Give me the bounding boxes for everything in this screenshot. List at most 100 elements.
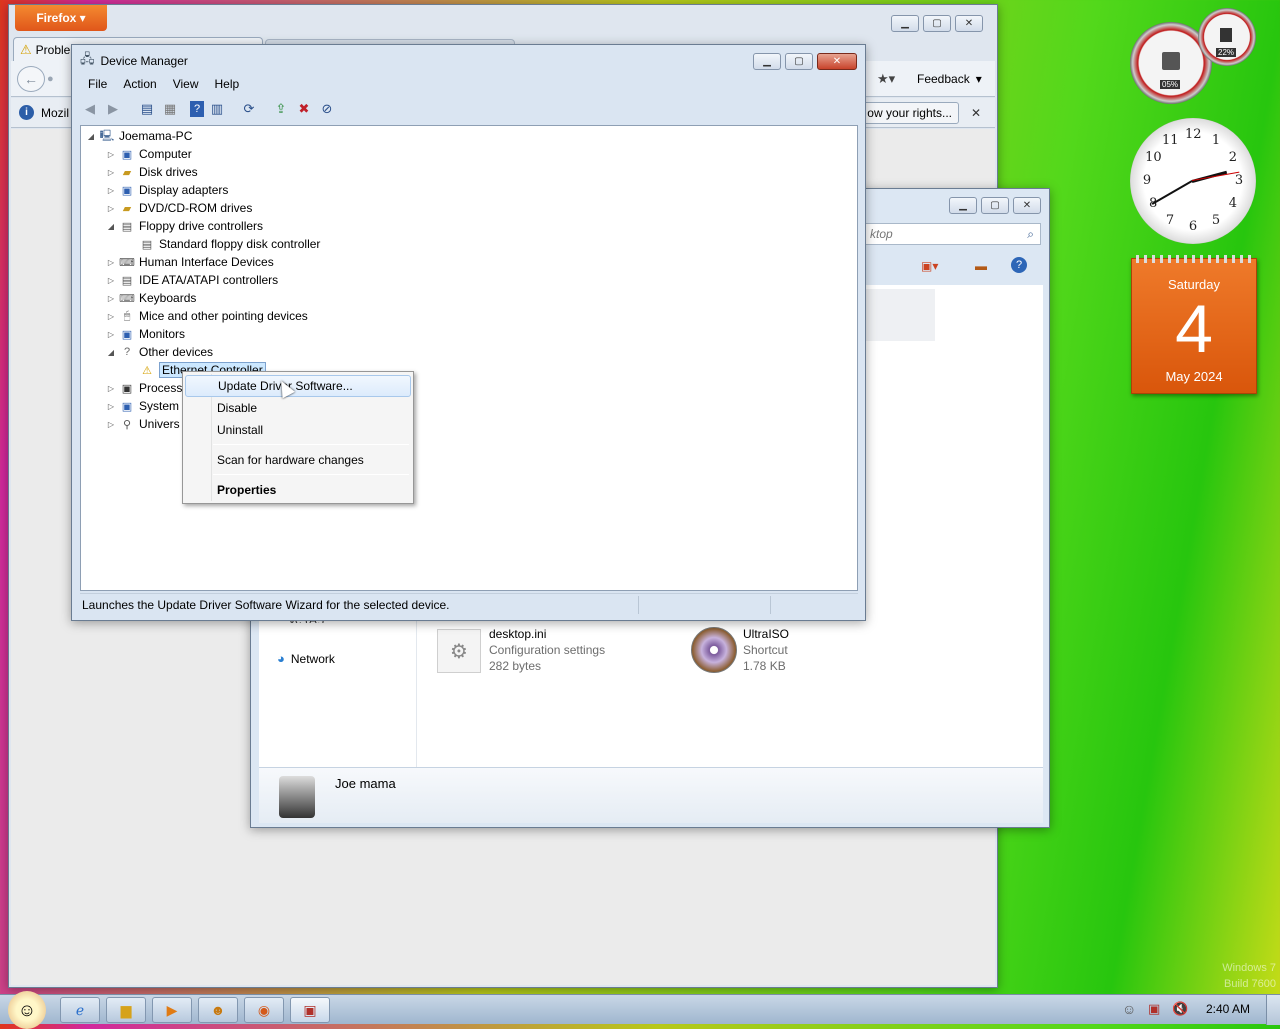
menu-help[interactable]: Help: [207, 73, 248, 95]
show-hide-console-tree-icon[interactable]: ▤: [137, 99, 157, 119]
expand-arrow-icon[interactable]: ▷: [105, 402, 117, 411]
explorer-toolbar: ▣▾ ▬ ?: [863, 253, 1047, 281]
warning-device-icon: ⚠: [142, 364, 152, 377]
help-icon[interactable]: ?: [190, 101, 204, 117]
menu-item-properties[interactable]: Properties: [185, 479, 411, 501]
tree-item-usb-controllers[interactable]: ▷ ⚲ Univers: [105, 415, 180, 433]
expand-arrow-icon[interactable]: ▷: [105, 186, 117, 195]
taskbar-firefox[interactable]: ◉: [244, 997, 284, 1023]
scan-hardware-icon[interactable]: ⟳: [239, 99, 259, 119]
memory-gauge: 22%: [1198, 8, 1256, 66]
tree-item-floppy-controllers[interactable]: ◢ ▤ Floppy drive controllers: [105, 217, 263, 235]
update-driver-icon[interactable]: ⇪: [271, 99, 291, 119]
taskbar-device-manager[interactable]: ▣: [290, 997, 330, 1023]
maximize-button[interactable]: ▢: [981, 197, 1009, 214]
taskbar-explorer[interactable]: ▆: [106, 997, 146, 1023]
tree-item-display-adapters[interactable]: ▷ ▣ Display adapters: [105, 181, 228, 199]
maximize-button[interactable]: ▢: [923, 15, 951, 32]
tree-item-hid[interactable]: ▷ ⌨ Human Interface Devices: [105, 253, 274, 271]
menu-file[interactable]: File: [80, 73, 115, 95]
expand-arrow-icon[interactable]: ▷: [105, 312, 117, 321]
tree-item-computer[interactable]: ▷ ▣ Computer: [105, 145, 192, 163]
tree-item-monitors[interactable]: ▷ ▣ Monitors: [105, 325, 185, 343]
close-button[interactable]: ✕: [955, 15, 983, 32]
tree-item-processors[interactable]: ▷ ▣ Process: [105, 379, 182, 397]
preview-pane-icon[interactable]: ▬: [975, 259, 987, 273]
expand-arrow-icon[interactable]: ▷: [105, 204, 117, 213]
expand-arrow-icon[interactable]: ▷: [105, 384, 117, 393]
collapse-arrow-icon[interactable]: ◢: [105, 348, 117, 357]
help-icon[interactable]: ?: [1011, 257, 1027, 273]
collapse-arrow-icon[interactable]: ◢: [85, 132, 97, 141]
expand-arrow-icon[interactable]: ▷: [105, 330, 117, 339]
dvd-drive-icon: ▰: [122, 202, 132, 215]
tray-clock[interactable]: 2:40 AM: [1206, 1002, 1250, 1016]
expand-arrow-icon[interactable]: ▷: [105, 258, 117, 267]
tray-network-icon[interactable]: ▣: [1148, 1001, 1160, 1017]
tree-root[interactable]: ◢ 🖳 Joemama-PC: [85, 127, 192, 145]
windows-watermark: Windows 7 Build 7600: [1222, 962, 1276, 990]
back-button[interactable]: ←: [17, 66, 45, 92]
firefox-caption-buttons: ▁ ▢ ✕: [891, 15, 983, 32]
tray-volume-muted-icon[interactable]: 🔇: [1172, 1001, 1188, 1017]
collapse-arrow-icon[interactable]: ◢: [105, 222, 117, 231]
file-item[interactable]: ⚙ desktop.ini Configuration settings 282…: [437, 625, 657, 677]
maximize-button[interactable]: ▢: [785, 53, 813, 70]
taskbar: ☺ ℯ ▆ ▶ ☻ ◉ ▣ ☺ ▣ 🔇 2:40 AM: [0, 991, 1280, 1029]
tree-item-other-devices[interactable]: ◢ ? Other devices: [105, 343, 213, 361]
forward-button[interactable]: ●: [47, 70, 67, 88]
clock-gadget[interactable]: 121234567891011: [1130, 118, 1256, 244]
tray-smiley-icon[interactable]: ☺: [1122, 1001, 1136, 1017]
cpu-chip-icon: [1162, 52, 1180, 70]
expand-arrow-icon[interactable]: ▷: [105, 276, 117, 285]
close-button[interactable]: ✕: [1013, 197, 1041, 214]
view-options-icon[interactable]: ▣▾: [921, 259, 938, 273]
start-button[interactable]: ☺: [8, 991, 46, 1029]
minimize-button[interactable]: ▁: [949, 197, 977, 214]
status-divider: [638, 596, 639, 614]
tree-item-keyboards[interactable]: ▷ ⌨ Keyboards: [105, 289, 196, 307]
close-notification-icon[interactable]: ✕: [971, 106, 981, 120]
calendar-gadget[interactable]: Saturday 4 May 2024: [1131, 255, 1257, 394]
menu-view[interactable]: View: [165, 73, 207, 95]
file-item[interactable]: UltraISO Shortcut 1.78 KB: [691, 625, 911, 677]
tree-item-system-devices[interactable]: ▷ ▣ System: [105, 397, 179, 415]
taskbar-messenger[interactable]: ☻: [198, 997, 238, 1023]
expand-arrow-icon[interactable]: ▷: [105, 420, 117, 429]
properties-icon[interactable]: ▦: [160, 99, 180, 119]
close-button[interactable]: ✕: [817, 53, 857, 70]
forward-arrow-icon[interactable]: ▶: [103, 99, 123, 119]
tree-item-dvd-drives[interactable]: ▷ ▰ DVD/CD-ROM drives: [105, 199, 252, 217]
tree-item-disk-drives[interactable]: ▷ ▰ Disk drives: [105, 163, 198, 181]
expand-arrow-icon[interactable]: ▷: [105, 294, 117, 303]
minimize-button[interactable]: ▁: [753, 53, 781, 70]
firefox-menu-button[interactable]: Firefox ▾: [15, 5, 107, 31]
tree-item-ide-controllers[interactable]: ▷ ▤ IDE ATA/ATAPI controllers: [105, 271, 278, 289]
know-your-rights-button[interactable]: ow your rights...: [857, 102, 959, 124]
expand-arrow-icon[interactable]: ▷: [105, 168, 117, 177]
taskbar-media-player[interactable]: ▶: [152, 997, 192, 1023]
expand-arrow-icon[interactable]: ▷: [105, 150, 117, 159]
disable-device-icon[interactable]: ⊘: [317, 99, 337, 119]
taskbar-internet-explorer[interactable]: ℯ: [60, 997, 100, 1023]
menu-item-disable[interactable]: Disable: [185, 397, 411, 419]
clock-numeral: 5: [1211, 212, 1221, 228]
menu-item-update-driver[interactable]: Update Driver Software...: [185, 375, 411, 397]
menu-item-uninstall[interactable]: Uninstall: [185, 419, 411, 441]
search-box[interactable]: ktop ⌕: [863, 223, 1041, 245]
tree-item-mice[interactable]: ▷ 🖱 Mice and other pointing devices: [105, 307, 308, 325]
nav-item-network[interactable]: ◕ Network: [277, 651, 335, 666]
menu-action[interactable]: Action: [115, 73, 164, 95]
tree-item-floppy-disk-controller[interactable]: ▤ Standard floppy disk controller: [125, 235, 321, 253]
bookmark-star-icon[interactable]: ★▾: [877, 71, 895, 87]
cpu-meter-gadget[interactable]: 05% 22%: [1128, 8, 1258, 106]
show-action-pane-icon[interactable]: ▥: [207, 99, 227, 119]
keyboard-icon: ⌨: [119, 292, 135, 305]
back-arrow-icon[interactable]: ◀: [80, 99, 100, 119]
feedback-button[interactable]: Feedback ▾: [917, 72, 982, 86]
minimize-button[interactable]: ▁: [891, 15, 919, 32]
show-desktop-button[interactable]: [1266, 995, 1280, 1025]
uninstall-icon[interactable]: ✖: [294, 99, 314, 119]
status-divider: [770, 596, 771, 614]
menu-item-scan-hardware[interactable]: Scan for hardware changes: [185, 449, 411, 471]
